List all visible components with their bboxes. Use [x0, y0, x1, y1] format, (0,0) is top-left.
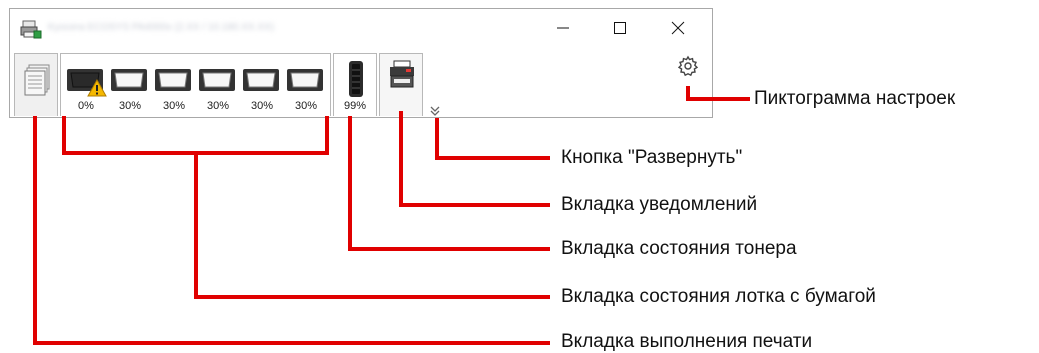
callout-line-notifications	[399, 111, 550, 207]
toner-cartridge-icon	[349, 61, 363, 97]
paper-tray-icon	[111, 69, 147, 91]
gear-icon[interactable]	[677, 55, 699, 77]
tray-level-label: 30%	[294, 100, 318, 112]
callout-print-progress-tab: Вкладка выполнения печати	[561, 331, 813, 352]
status-monitor-window: Kyocera ECOSYS PA4000x (2.XX / 10.180.XX…	[9, 8, 713, 118]
tray-level-label: 30%	[162, 100, 186, 112]
callout-line-expand	[435, 118, 550, 160]
paper-tray-icon	[287, 69, 323, 91]
app-printer-icon	[20, 20, 42, 39]
paper-tray-icon	[155, 69, 191, 91]
maximize-button[interactable]	[600, 13, 640, 43]
callout-line-print	[33, 116, 550, 345]
print-jobs-icon	[24, 64, 50, 96]
maximize-icon	[614, 22, 626, 34]
tray-level-label: 30%	[206, 100, 230, 112]
callout-settings-icon: Пиктограмма настроек	[754, 88, 956, 109]
tray-level-label: 30%	[250, 100, 274, 112]
minimize-button[interactable]	[543, 13, 583, 43]
callout-expand-button: Кнопка "Развернуть"	[561, 147, 743, 168]
title-bar: Kyocera ECOSYS PA4000x (2.XX / 10.180.XX…	[10, 9, 712, 49]
close-icon	[671, 21, 685, 35]
tab-print-progress[interactable]	[14, 53, 58, 116]
callout-line-toner	[348, 116, 550, 251]
callout-line-paper-tray	[62, 116, 329, 155]
paper-tray-icon	[243, 69, 279, 91]
callout-notifications-tab: Вкладка уведомлений	[561, 194, 758, 215]
tab-paper-tray-status[interactable]: 0% 30% 30% 30% 30% 30%	[60, 53, 331, 116]
callout-toner-tab: Вкладка состояния тонера	[561, 238, 797, 259]
paper-tray-icon	[199, 69, 235, 91]
minimize-icon	[557, 27, 569, 29]
tab-toner-status[interactable]: 99%	[333, 53, 377, 116]
window-title: Kyocera ECOSYS PA4000x (2.XX / 10.180.XX…	[48, 22, 275, 33]
tray-level-label: 30%	[118, 100, 142, 112]
expand-chevron-icon[interactable]	[428, 105, 442, 117]
tray-level-label: 0%	[78, 100, 94, 112]
tab-notifications[interactable]	[379, 53, 423, 116]
status-toolbar: 0% 30% 30% 30% 30% 30% 99%	[10, 51, 712, 118]
mfp-printer-icon	[390, 60, 414, 88]
close-button[interactable]	[658, 13, 698, 43]
callout-line-paper-tray-stem	[194, 151, 550, 299]
toner-level-label: 99%	[343, 100, 367, 112]
callout-paper-tray-tab: Вкладка состояния лотка с бумагой	[561, 286, 876, 307]
warning-icon	[87, 79, 107, 97]
